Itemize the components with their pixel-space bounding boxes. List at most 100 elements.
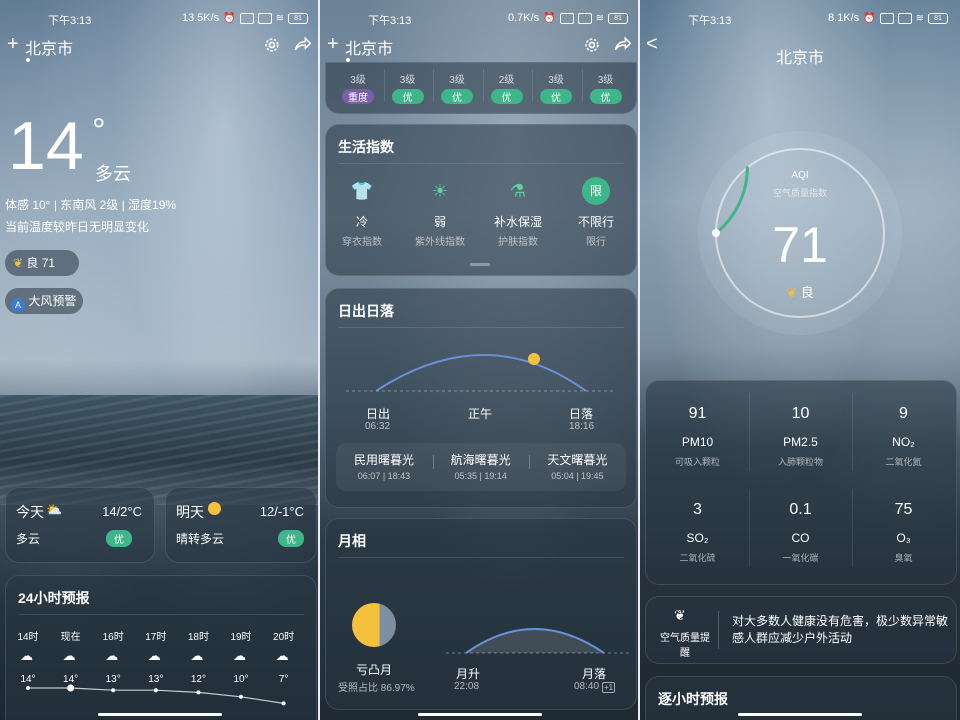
pollutant-desc[interactable]: 二氧化硫 xyxy=(646,551,749,564)
add-city-button[interactable]: + xyxy=(7,33,19,56)
status-time: 下午3:13 xyxy=(688,15,732,27)
status-right: 0.7K/s ⏰ ≋ 81 xyxy=(508,12,628,24)
aqi-day-level: 3级 xyxy=(449,75,465,86)
network-speed: 13.5K/s xyxy=(181,12,220,24)
life-grid: 👕 冷穿衣指数 ☀ 弱紫外线指数 ⚗ 补水保湿 护肤指数 限不限行 限行 xyxy=(326,177,636,257)
air-tip-card: ❦ 空气质量提醒 对大多数人健康没有危害，极少数异常敏感人群应减少户外活动 xyxy=(645,596,957,664)
aqi-subtitle: 空气质量指数 xyxy=(772,188,827,198)
today-aqi-badge: 优 xyxy=(106,530,132,547)
share-icon[interactable] xyxy=(291,35,313,55)
pollutant-desc[interactable]: 一氧化碳 xyxy=(749,551,852,564)
divider xyxy=(749,489,750,567)
temp-point xyxy=(153,688,158,693)
pollutant-desc[interactable]: 臭氧 xyxy=(852,551,955,564)
gear-icon[interactable] xyxy=(582,35,602,55)
pollutant-name: NO₂ xyxy=(892,435,915,449)
aqi-day-level: 3级 xyxy=(548,75,564,86)
aqi-row: 3级 重度 3级优 3级优 2级优 3级优 3级优 xyxy=(326,69,636,109)
moon-phase-icon xyxy=(352,603,396,647)
moon-illumination: 受照占比 86.97% xyxy=(338,683,415,694)
pollutant-desc[interactable]: 入肺颗粒物 xyxy=(749,455,852,468)
sun-icon xyxy=(208,502,221,515)
tomorrow-aqi-badge: 优 xyxy=(278,530,304,547)
shirt-icon: 👕 xyxy=(350,181,374,201)
signal-icon xyxy=(559,12,574,24)
status-bar: 下午3:13 13.5K/s ⏰ ≋ 81 xyxy=(0,10,320,27)
sunrise-card[interactable]: 日出日落 日出 06:32 正午 日落 18:16 民用曙暮光 06:07 | 1… xyxy=(325,288,637,508)
life-value: 弱 xyxy=(433,215,446,229)
hour-time: 17时 xyxy=(145,632,167,643)
hour-time: 14时 xyxy=(17,632,39,643)
share-icon[interactable] xyxy=(611,35,633,55)
cloud-sun-icon: ⛅ xyxy=(46,502,63,517)
pollutant-desc[interactable]: 可吸入颗粒 xyxy=(646,455,749,468)
aqi-pill[interactable]: ❦ 良 71 xyxy=(5,250,79,276)
pollutant-value: 91 xyxy=(688,405,707,422)
city-name[interactable]: 北京市 xyxy=(25,35,73,59)
moonset-time: 08:40 xyxy=(574,681,600,692)
battery-icon: 81 xyxy=(608,12,628,24)
life-value: 不限行 xyxy=(577,215,614,229)
alert-pill[interactable]: A 大风预警 xyxy=(5,288,83,314)
network-speed: 0.7K/s xyxy=(507,12,540,24)
moon-arc xyxy=(446,628,630,654)
screen-separator xyxy=(318,0,320,720)
page-dot xyxy=(26,58,30,62)
divider xyxy=(338,557,624,558)
today-card[interactable]: 今天 ⛅ 14/2°C 多云 优 xyxy=(5,487,155,563)
moon-card[interactable]: 月相 亏凸月 受照占比 86.97% 月升 22:08 月落 08:40 +1 xyxy=(325,518,637,710)
spray-icon: ⚗ xyxy=(509,181,527,201)
noon-label: 正午 xyxy=(468,407,493,421)
status-bar: 下午3:13 8.1K/s ⏰ ≋ 81 xyxy=(640,10,960,27)
hour-time: 18时 xyxy=(187,632,209,643)
divider xyxy=(852,393,853,471)
gear-icon[interactable] xyxy=(262,35,282,55)
pollutant-card: 91 PM10 可吸入颗粒 10 PM2.5 入肺颗粒物 9 NO₂ 二氧化氮 3 SO₂ 二氧化硫 0… xyxy=(645,380,957,585)
pollutant-desc[interactable]: 二氧化氮 xyxy=(852,455,955,468)
divider xyxy=(581,69,583,101)
sun-icon: ☀ xyxy=(431,181,449,201)
sunrise-time: 06:32 xyxy=(365,421,391,432)
daily-aqi-strip[interactable]: 3级 重度 3级优 3级优 2级优 3级优 3级优 xyxy=(325,62,637,114)
leaf-tip-icon: ❦ xyxy=(674,607,686,623)
add-city-button[interactable]: + xyxy=(327,33,339,56)
pollutant-name: PM2.5 xyxy=(783,435,818,449)
cloud-icon: ☁ xyxy=(105,648,119,663)
sun-arc xyxy=(346,353,616,392)
signal-icon xyxy=(239,12,254,24)
cloud-icon: ☁ xyxy=(62,648,76,663)
temp-point xyxy=(111,688,116,693)
status-bar: 下午3:13 0.7K/s ⏰ ≋ 81 xyxy=(320,10,640,27)
life-label: 限行 xyxy=(586,237,606,248)
aqi-day-badge: 优 xyxy=(490,89,523,104)
twilight-time: 06:07 | 18:43 xyxy=(357,471,411,481)
life-label: 紫外线指数 xyxy=(415,237,465,248)
twilight-label: 航海曙暮光 xyxy=(450,453,511,467)
aqi-day-badge: 重度 xyxy=(342,89,374,104)
cloud-icon: ☁ xyxy=(190,648,204,663)
twilight-label: 天文曙暮光 xyxy=(547,453,608,467)
life-label: 穿衣指数 xyxy=(342,237,382,248)
sun-title: 日出日落 xyxy=(338,303,394,319)
aqi-day-badge: 优 xyxy=(441,89,473,104)
twilight-label: 民用曙暮光 xyxy=(353,453,414,467)
temp-point xyxy=(196,690,201,695)
divider xyxy=(383,69,385,101)
hourly-title: 逐小时预报 xyxy=(658,691,728,707)
hour-time: 19时 xyxy=(230,632,252,643)
hourly-title: 24小时预报 xyxy=(18,590,90,606)
hourly-forecast-card[interactable]: 24小时预报 14时 ☁ 14° 现在 ☁ 14° 16时 ☁ 13° 17时 ☁ 13° 18时 ☁ 12… xyxy=(5,575,320,720)
tomorrow-card[interactable]: 明天 12/-1°C 晴转多云 优 xyxy=(165,487,317,563)
cloud-icon: ☁ xyxy=(233,648,246,663)
alarm-icon: ⏰ xyxy=(543,12,556,24)
life-index-card[interactable]: 生活指数 👕 冷穿衣指数 ☀ 弱紫外线指数 ⚗ 补水保湿 护肤指数 限不限行 限行 xyxy=(325,124,637,276)
life-label: 护肤指数 xyxy=(498,237,538,248)
life-value: 补水保湿 xyxy=(493,215,542,229)
wind-alert-icon: A xyxy=(11,298,25,312)
wifi-icon: ≋ xyxy=(595,12,604,24)
home-indicator xyxy=(418,713,542,716)
pollutant-value: 0.1 xyxy=(789,501,812,518)
temp-point xyxy=(239,694,243,699)
home-indicator xyxy=(98,713,222,716)
city-name[interactable]: 北京市 xyxy=(345,35,393,59)
